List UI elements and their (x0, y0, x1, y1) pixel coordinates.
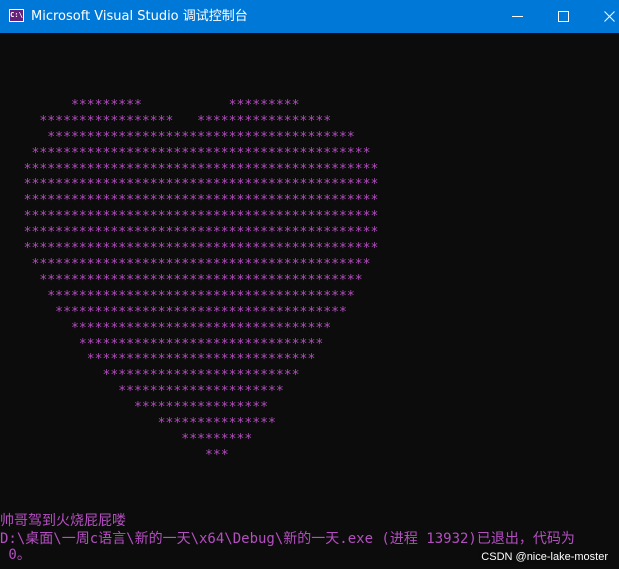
maximize-button[interactable] (540, 0, 586, 33)
console-message: 帅哥驾到火烧屁屁喽 (0, 513, 126, 529)
minimize-button[interactable] (494, 0, 540, 33)
window-title: Microsoft Visual Studio 调试控制台 (31, 9, 248, 24)
process-exit-line: D:\桌面\一周c语言\新的一天\x64\Debug\新的一天.exe (进程 … (0, 531, 575, 547)
vs-debug-console-icon: C:\ (9, 9, 24, 22)
exit-code-line: 0。 (0, 547, 31, 563)
maximize-icon (558, 11, 569, 22)
close-icon (604, 11, 615, 22)
title-bar[interactable]: C:\ Microsoft Visual Studio 调试控制台 (0, 0, 619, 33)
csdn-watermark: CSDN @nice-lake-moster (479, 550, 610, 564)
close-button[interactable] (586, 0, 619, 33)
console-output-area[interactable]: ********* ********* ***************** **… (0, 33, 619, 569)
heart-ascii-art: ********* ********* ***************** **… (23, 97, 379, 463)
minimize-icon (512, 16, 523, 17)
console-window: C:\ Microsoft Visual Studio 调试控制台 ******… (0, 0, 619, 569)
